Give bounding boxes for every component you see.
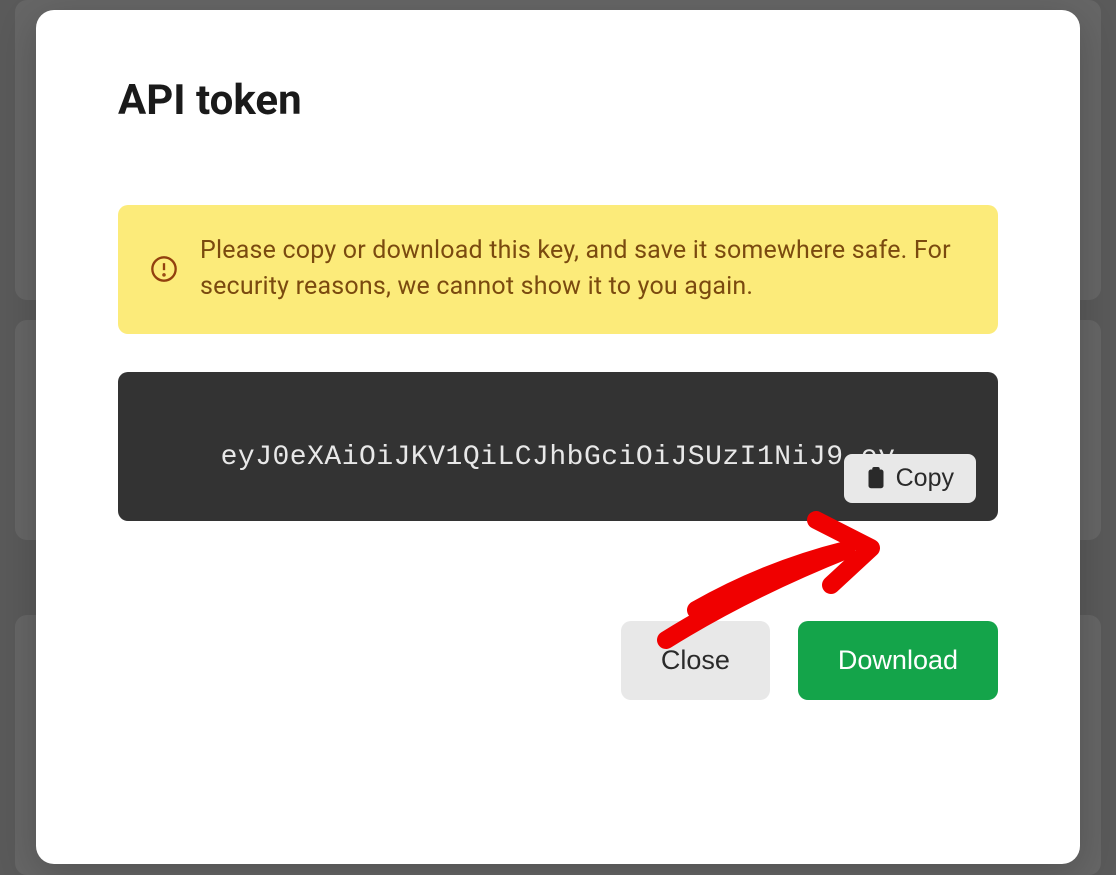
warning-alert: Please copy or download this key, and sa… xyxy=(118,205,998,334)
warning-text: Please copy or download this key, and sa… xyxy=(200,233,966,306)
modal-title: API token xyxy=(118,76,998,125)
close-button[interactable]: Close xyxy=(621,621,770,700)
copy-button[interactable]: Copy xyxy=(844,454,976,503)
clipboard-icon xyxy=(866,467,886,489)
copy-button-label: Copy xyxy=(896,464,954,493)
download-button[interactable]: Download xyxy=(798,621,998,700)
warning-icon xyxy=(150,255,178,283)
token-display: eyJ0eXAiOiJKV1QiLCJhbGciOiJSUzI1NiJ9.ey … xyxy=(118,372,998,521)
modal-footer: Close Download xyxy=(118,621,998,700)
api-token-modal: API token Please copy or download this k… xyxy=(36,10,1080,864)
